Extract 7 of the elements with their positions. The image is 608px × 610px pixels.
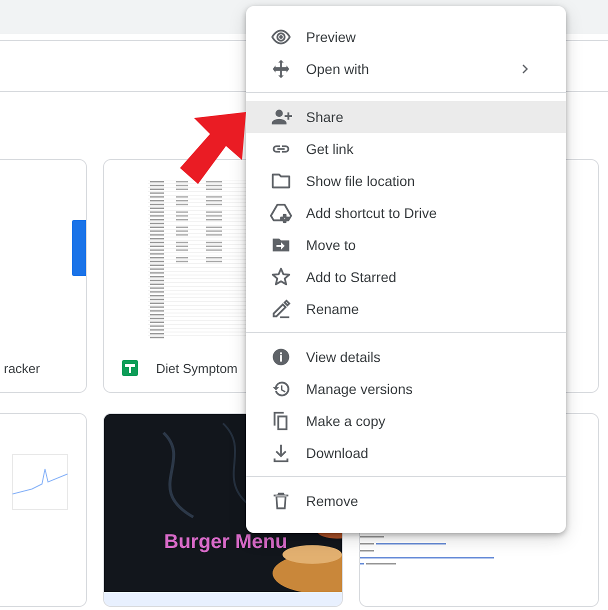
file-name: Diet Symptom bbox=[156, 360, 238, 376]
file-card[interactable]: racker bbox=[0, 159, 87, 393]
menu-item[interactable]: Share bbox=[246, 101, 566, 133]
slide-title: Burger Menu bbox=[164, 531, 288, 554]
menu-item[interactable]: Open with bbox=[246, 53, 566, 85]
file-name: racker bbox=[4, 360, 40, 376]
menu-item[interactable]: Preview bbox=[246, 21, 566, 53]
